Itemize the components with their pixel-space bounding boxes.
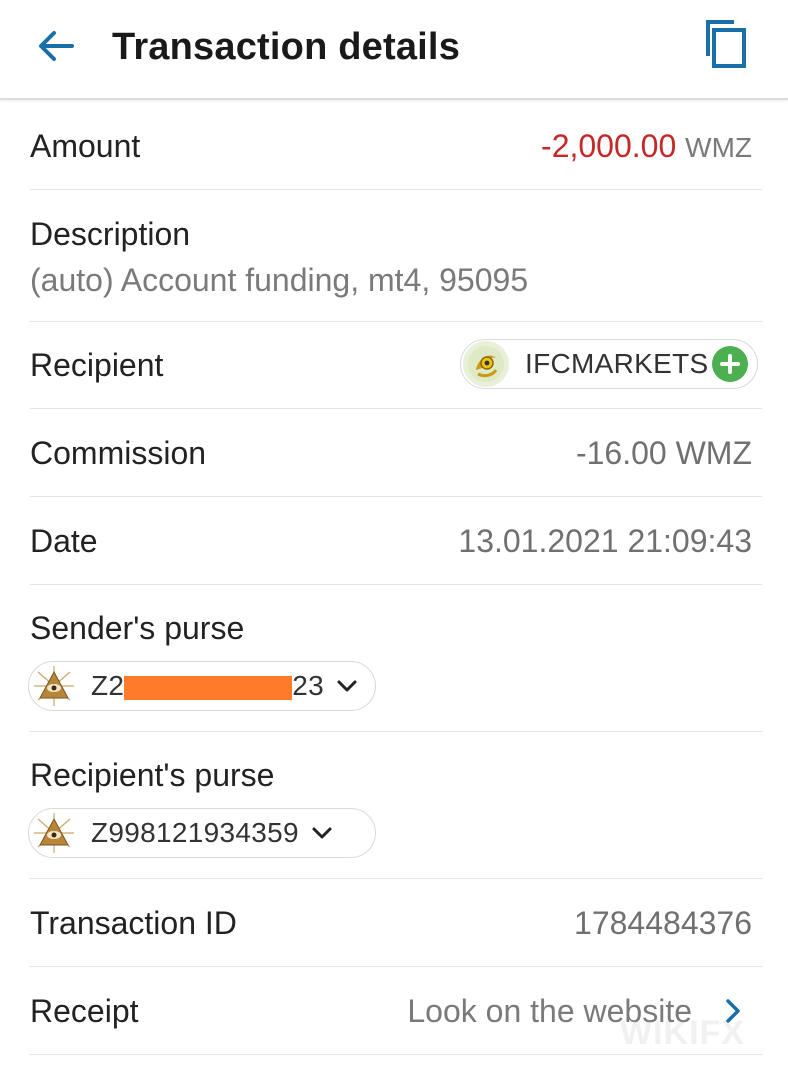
sender-purse-label: Sender's purse: [30, 610, 245, 646]
ifcmarkets-logo-icon: [468, 346, 504, 382]
commission-row: Commission -16.00 WMZ: [30, 409, 762, 497]
recipient-row: Recipient IFCMARKETS: [30, 322, 762, 409]
sender-purse-value: Z2 23: [91, 670, 324, 702]
amount-row: Amount -2,000.00 WMZ: [30, 100, 762, 190]
sender-purse-suffix: 23: [292, 670, 325, 701]
add-contact-button[interactable]: [712, 346, 749, 382]
description-text: (auto) Account funding, mt4, 95095: [30, 262, 529, 298]
recipient-purse-value: Z998121934359: [91, 817, 299, 848]
copy-button[interactable]: [696, 14, 756, 74]
redaction-block: [124, 675, 293, 700]
transaction-id-row: Transaction ID 1784484376: [30, 879, 762, 967]
watermark: WIKIFX: [620, 1014, 745, 1052]
description-row: Description (auto) Account funding, mt4,…: [30, 190, 762, 322]
recipient-name: IFCMARKETS: [525, 348, 709, 379]
amount-unit: WMZ: [685, 132, 752, 163]
arrow-left-icon: [39, 31, 74, 61]
receipt-label: Receipt: [30, 993, 139, 1029]
amount-value-group: -2,000.00 WMZ: [541, 126, 752, 168]
sender-purse-selector[interactable]: Z2 23: [28, 661, 376, 711]
amount-value: -2,000.00: [541, 128, 677, 164]
back-button[interactable]: [30, 22, 82, 70]
app-bar: Transaction details: [0, 0, 788, 100]
webmoney-eye-pyramid-icon: [34, 666, 74, 706]
sender-purse-row: Sender's purse Z2 23: [28, 585, 762, 732]
description-label: Description: [30, 216, 191, 252]
amount-label: Amount: [30, 128, 141, 164]
date-row: Date 13.01.2021 21:09:43: [30, 497, 762, 585]
commission-value: -16.00 WMZ: [575, 435, 752, 471]
transaction-id-label: Transaction ID: [30, 905, 237, 941]
recipient-purse-row: Recipient's purse Z998121934359: [28, 732, 762, 879]
date-value: 13.01.2021 21:09:43: [458, 523, 752, 559]
plus-circle-icon: [720, 354, 741, 374]
webmoney-eye-pyramid-icon: [34, 813, 74, 853]
transaction-id-value: 1784484376: [574, 905, 752, 941]
chevron-down-icon: [312, 827, 332, 839]
recipient-purse-selector[interactable]: Z998121934359: [28, 808, 376, 858]
recipient-purse-avatar: [31, 810, 77, 856]
recipient-chip[interactable]: IFCMARKETS: [460, 339, 758, 389]
copy-icon: [706, 20, 746, 68]
chevron-down-icon: [337, 680, 357, 692]
recipient-avatar: [463, 341, 509, 387]
recipient-purse-label: Recipient's purse: [30, 757, 275, 793]
page-title: Transaction details: [112, 26, 461, 68]
sender-purse-prefix: Z2: [91, 670, 125, 701]
sender-purse-avatar: [31, 663, 77, 709]
recipient-label: Recipient: [30, 347, 164, 383]
commission-label: Commission: [30, 435, 207, 471]
date-label: Date: [30, 523, 98, 559]
